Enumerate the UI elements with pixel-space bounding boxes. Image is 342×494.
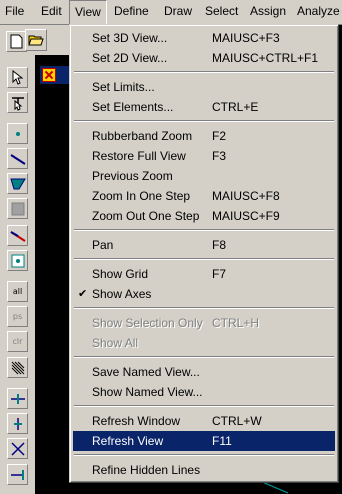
point-icon[interactable] xyxy=(7,123,28,144)
menu-item-previous-zoom[interactable]: Previous Zoom xyxy=(73,166,335,186)
area-icon[interactable] xyxy=(7,173,28,194)
select-all-label: all xyxy=(12,286,23,296)
menu-item-show-all: Show All xyxy=(73,333,335,353)
menu-item-zoom-out-one-step[interactable]: Zoom Out One Step MAIUSC+F9 xyxy=(73,206,335,226)
vertical-snap-icon[interactable] xyxy=(7,413,28,434)
snap-point-icon[interactable] xyxy=(7,250,28,271)
menu-item-zoom-in-one-step[interactable]: Zoom In One Step MAIUSC+F8 xyxy=(73,186,335,206)
menu-item-set-3d-view[interactable]: Set 3D View... MAIUSC+F3 xyxy=(73,28,335,48)
menu-item-save-named-view[interactable]: Save Named View... xyxy=(73,362,335,382)
select-ps-label: ps xyxy=(12,311,23,321)
menu-item-label: Set Elements... xyxy=(92,100,174,114)
menu-separator xyxy=(73,304,335,313)
draw-line-icon[interactable] xyxy=(7,225,28,246)
menu-item-refine-hidden-lines[interactable]: Refine Hidden Lines xyxy=(73,460,335,480)
new-file-icon[interactable] xyxy=(6,31,27,52)
menu-separator xyxy=(73,353,335,362)
menu-item-label: Zoom In One Step xyxy=(92,189,191,203)
clear-selection-icon[interactable]: clr xyxy=(7,331,28,352)
menu-item-shortcut: F3 xyxy=(212,149,227,163)
menu-item-label: Rubberband Zoom xyxy=(92,129,193,143)
menu-item-label: Show Selection Only xyxy=(92,316,203,330)
menu-separator xyxy=(73,451,335,460)
open-file-icon[interactable] xyxy=(25,29,47,51)
menu-item-shortcut: MAIUSC+F9 xyxy=(212,209,280,223)
menu-file[interactable]: File xyxy=(0,0,29,24)
line-icon[interactable] xyxy=(7,148,28,169)
menu-draw[interactable]: Draw xyxy=(159,0,197,24)
menu-item-label: Pan xyxy=(92,238,114,252)
menu-item-shortcut: MAIUSC+CTRL+F1 xyxy=(212,51,319,65)
checkmark-icon: ✔ xyxy=(78,288,88,300)
menu-item-show-selection-only: Show Selection Only CTRL+H xyxy=(73,313,335,333)
menu-item-shortcut: CTRL+W xyxy=(212,414,262,428)
document-icon xyxy=(42,68,56,82)
menu-item-label: Refresh View xyxy=(92,434,164,448)
clear-selection-label: clr xyxy=(12,336,23,346)
menu-edit[interactable]: Edit xyxy=(36,0,67,24)
menu-item-label: Zoom Out One Step xyxy=(92,209,200,223)
menu-analyze[interactable]: Analyze xyxy=(292,0,342,24)
menu-assign[interactable]: Assign xyxy=(245,0,291,24)
select-ps-icon[interactable]: ps xyxy=(7,306,28,327)
menu-view[interactable]: View xyxy=(69,0,107,24)
menu-item-shortcut: F11 xyxy=(212,434,232,448)
menu-item-show-named-view[interactable]: Show Named View... xyxy=(73,382,335,402)
menu-item-refresh-window[interactable]: Refresh Window CTRL+W xyxy=(73,411,335,431)
intersect-icon[interactable] xyxy=(7,357,28,378)
menu-item-set-limits[interactable]: Set Limits... xyxy=(73,77,335,97)
menu-item-set-elements[interactable]: Set Elements... CTRL+E xyxy=(73,97,335,117)
left-toolbar: all ps clr xyxy=(0,25,35,494)
view-dropdown-menu: Set 3D View... MAIUSC+F3 Set 2D View... MAI… xyxy=(69,24,339,483)
menu-item-label: Show Named View... xyxy=(92,385,203,399)
menu-item-label: Save Named View... xyxy=(92,365,200,379)
menu-define[interactable]: Define xyxy=(109,0,154,24)
menu-item-shortcut: F8 xyxy=(212,238,227,252)
menu-item-label: Refine Hidden Lines xyxy=(92,463,201,477)
menu-item-label: Restore Full View xyxy=(92,149,186,163)
menu-item-label: Refresh Window xyxy=(92,414,181,428)
menu-separator xyxy=(73,117,335,126)
menu-separator xyxy=(73,68,335,77)
menu-item-shortcut: CTRL+E xyxy=(212,100,259,114)
menu-item-restore-full-view[interactable]: Restore Full View F3 xyxy=(73,146,335,166)
menu-item-label: Show All xyxy=(92,336,139,350)
menu-item-show-axes[interactable]: ✔ Show Axes xyxy=(73,284,335,304)
menu-item-shortcut: F7 xyxy=(212,267,227,281)
snap-icon[interactable] xyxy=(7,388,28,409)
menu-select[interactable]: Select xyxy=(200,0,243,24)
menu-item-label: Set 2D View... xyxy=(92,51,168,65)
menu-item-label: Show Axes xyxy=(92,287,152,301)
menu-item-refresh-view[interactable]: Refresh View F11 xyxy=(73,431,335,451)
menu-separator xyxy=(73,255,335,264)
menu-item-label: Show Grid xyxy=(92,267,149,281)
menu-item-set-2d-view[interactable]: Set 2D View... MAIUSC+CTRL+F1 xyxy=(73,48,335,68)
menu-item-shortcut: CTRL+H xyxy=(212,316,260,330)
menu-item-shortcut: MAIUSC+F3 xyxy=(212,31,280,45)
menu-bar: File Edit View Define Draw Select Assign… xyxy=(0,0,342,25)
pointer-icon[interactable] xyxy=(7,67,28,88)
menu-item-shortcut: F2 xyxy=(212,129,227,143)
menu-item-shortcut: MAIUSC+F8 xyxy=(212,189,280,203)
grid-area-icon[interactable] xyxy=(7,198,28,219)
menu-item-label: Set 3D View... xyxy=(92,31,168,45)
menu-item-rubberband-zoom[interactable]: Rubberband Zoom F2 xyxy=(73,126,335,146)
reshape-pointer-icon[interactable] xyxy=(7,92,28,113)
cross-snap-icon[interactable] xyxy=(7,438,28,459)
extend-icon[interactable] xyxy=(7,464,28,485)
menu-separator xyxy=(73,226,335,235)
menu-item-show-grid[interactable]: Show Grid F7 xyxy=(73,264,335,284)
menu-separator xyxy=(73,402,335,411)
menu-item-label: Previous Zoom xyxy=(92,169,173,183)
menu-item-pan[interactable]: Pan F8 xyxy=(73,235,335,255)
menu-item-label: Set Limits... xyxy=(92,80,155,94)
select-all-icon[interactable]: all xyxy=(7,281,28,302)
